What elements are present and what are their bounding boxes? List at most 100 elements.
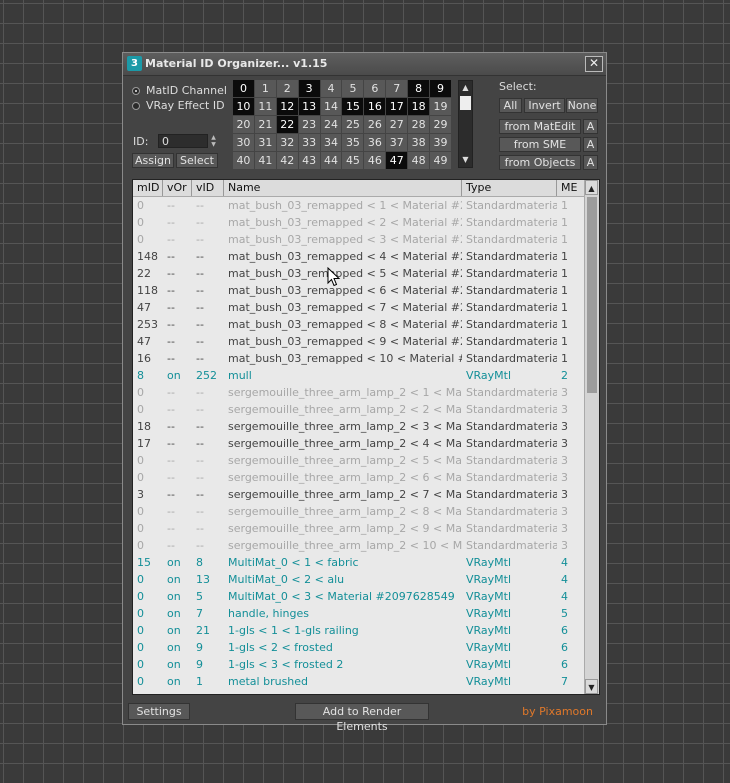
id-cell[interactable]: 18 xyxy=(408,98,430,115)
table-row[interactable]: 0 -- -- mat_bush_03_remapped < 2 < Material… xyxy=(133,214,585,231)
id-cell[interactable]: 48 xyxy=(408,152,430,169)
table-row[interactable]: 0 on 1 metal brushed VRayMtl 7 xyxy=(133,673,585,690)
table-row[interactable]: 118 -- -- mat_bush_03_remapped < 6 < Materi… xyxy=(133,282,585,299)
table-row[interactable]: 0 -- -- sergemouille_three_arm_lamp_2 < 1 <… xyxy=(133,384,585,401)
radio-matid-channel[interactable]: MatID Channel xyxy=(132,84,227,97)
scroll-thumb[interactable] xyxy=(460,96,471,110)
from-matedit-button[interactable]: from MatEdit xyxy=(499,119,581,134)
id-cell[interactable]: 3 xyxy=(298,80,320,97)
id-cell[interactable]: 37 xyxy=(386,134,408,151)
id-cell[interactable]: 32 xyxy=(276,134,298,151)
id-cell[interactable]: 31 xyxy=(254,134,276,151)
scroll-down-icon[interactable]: ▼ xyxy=(459,153,472,167)
id-cell[interactable]: 46 xyxy=(364,152,386,169)
table-row[interactable]: 0 -- -- mat_bush_03_remapped < 3 < Material… xyxy=(133,231,585,248)
table-row[interactable]: 15 on 8 MultiMat_0 < 1 < fabric VRayMtl 4 xyxy=(133,554,585,571)
id-cell[interactable]: 21 xyxy=(254,116,276,133)
title-bar[interactable]: 3 Material ID Organizer... v1.15 ✕ xyxy=(123,53,606,76)
column-header-me[interactable]: ME xyxy=(557,180,585,196)
from-objects-button[interactable]: from Objects xyxy=(499,155,581,170)
id-cell[interactable]: 5 xyxy=(342,80,364,97)
table-row[interactable]: 0 on 9 1-gls < 2 < frosted VRayMtl 6 xyxy=(133,639,585,656)
id-cell[interactable]: 19 xyxy=(430,98,451,115)
from-matedit-a-button[interactable]: A xyxy=(583,119,598,134)
id-cell[interactable]: 14 xyxy=(320,98,342,115)
id-cell[interactable]: 30 xyxy=(233,134,254,151)
table-row[interactable]: 253 -- -- mat_bush_03_remapped < 8 < Materi… xyxy=(133,316,585,333)
id-spinner[interactable]: ▲ ▼ xyxy=(209,134,218,148)
column-header-vor[interactable]: vOr xyxy=(163,180,192,196)
id-cell[interactable]: 6 xyxy=(364,80,386,97)
id-cell[interactable]: 39 xyxy=(430,134,451,151)
id-cell[interactable]: 43 xyxy=(298,152,320,169)
id-cell[interactable]: 33 xyxy=(298,134,320,151)
id-cell[interactable]: 23 xyxy=(298,116,320,133)
table-row[interactable]: 0 -- -- sergemouille_three_arm_lamp_2 < 8 <… xyxy=(133,503,585,520)
grid-scrollbar[interactable]: ▲ ▼ xyxy=(458,80,473,168)
id-cell[interactable]: 38 xyxy=(408,134,430,151)
id-cell[interactable]: 42 xyxy=(276,152,298,169)
scroll-down-icon[interactable]: ▼ xyxy=(585,679,598,694)
select-none-button[interactable]: None xyxy=(566,98,598,113)
id-cell[interactable]: 40 xyxy=(233,152,254,169)
scroll-up-icon[interactable]: ▲ xyxy=(585,180,598,195)
id-cell[interactable]: 45 xyxy=(342,152,364,169)
column-header-type[interactable]: Type xyxy=(462,180,557,196)
table-scrollbar[interactable]: ▲ ▼ xyxy=(584,180,599,694)
table-row[interactable]: 0 -- -- sergemouille_three_arm_lamp_2 < 2 <… xyxy=(133,401,585,418)
table-row[interactable]: 0 on 5 MultiMat_0 < 3 < Material #209762854… xyxy=(133,588,585,605)
table-row[interactable]: 8 on 252 mull VRayMtl 2 xyxy=(133,367,585,384)
id-cell[interactable]: 36 xyxy=(364,134,386,151)
assign-button[interactable]: Assign xyxy=(132,153,174,168)
column-header-name[interactable]: Name xyxy=(224,180,462,196)
table-row[interactable]: 0 on 13 MultiMat_0 < 2 < alu VRayMtl 4 xyxy=(133,571,585,588)
id-cell[interactable]: 44 xyxy=(320,152,342,169)
id-cell[interactable]: 25 xyxy=(342,116,364,133)
table-row[interactable]: 22 -- -- mat_bush_03_remapped < 5 < Materia… xyxy=(133,265,585,282)
radio-vray-effect-id[interactable]: VRay Effect ID xyxy=(132,99,225,112)
id-cell[interactable]: 10 xyxy=(233,98,254,115)
id-cell[interactable]: 8 xyxy=(408,80,430,97)
add-to-render-elements-button[interactable]: Add to Render Elements xyxy=(295,703,429,733)
from-sme-a-button[interactable]: A xyxy=(583,137,598,152)
table-row[interactable]: 0 -- -- sergemouille_three_arm_lamp_2 < 10 … xyxy=(133,537,585,554)
settings-button[interactable]: Settings xyxy=(128,703,190,720)
id-cell[interactable]: 15 xyxy=(342,98,364,115)
column-header-vid[interactable]: vID xyxy=(192,180,224,196)
id-cell[interactable]: 24 xyxy=(320,116,342,133)
id-cell[interactable]: 2 xyxy=(276,80,298,97)
table-row[interactable]: 0 -- -- sergemouille_three_arm_lamp_2 < 9 <… xyxy=(133,520,585,537)
select-button[interactable]: Select xyxy=(176,153,218,168)
id-cell[interactable]: 28 xyxy=(408,116,430,133)
table-row[interactable]: 18 -- -- sergemouille_three_arm_lamp_2 < 3 … xyxy=(133,418,585,435)
column-header-mid[interactable]: mID xyxy=(133,180,163,196)
id-cell[interactable]: 35 xyxy=(342,134,364,151)
table-row[interactable]: 0 -- -- mat_bush_03_remapped < 1 < Material… xyxy=(133,197,585,214)
id-cell[interactable]: 11 xyxy=(254,98,276,115)
id-cell[interactable]: 12 xyxy=(276,98,298,115)
id-cell[interactable]: 1 xyxy=(254,80,276,97)
id-cell[interactable]: 22 xyxy=(276,116,298,133)
from-sme-button[interactable]: from SME xyxy=(499,137,581,152)
select-all-button[interactable]: All xyxy=(499,98,522,113)
table-row[interactable]: 0 on 7 handle, hinges VRayMtl 5 xyxy=(133,605,585,622)
id-cell[interactable]: 4 xyxy=(320,80,342,97)
from-objects-a-button[interactable]: A xyxy=(583,155,598,170)
scroll-up-icon[interactable]: ▲ xyxy=(459,81,472,95)
invert-button[interactable]: Invert xyxy=(524,98,565,113)
table-row[interactable]: 3 -- -- sergemouille_three_arm_lamp_2 < 7 <… xyxy=(133,486,585,503)
close-button[interactable]: ✕ xyxy=(585,56,603,72)
id-cell[interactable]: 7 xyxy=(386,80,408,97)
id-cell[interactable]: 16 xyxy=(364,98,386,115)
scroll-thumb[interactable] xyxy=(587,197,597,393)
id-cell[interactable]: 9 xyxy=(430,80,451,97)
id-cell[interactable]: 49 xyxy=(430,152,451,169)
table-row[interactable]: 0 -- -- sergemouille_three_arm_lamp_2 < 5 <… xyxy=(133,452,585,469)
id-cell[interactable]: 20 xyxy=(233,116,254,133)
table-row[interactable]: 0 on 21 1-gls < 1 < 1-gls railing VRayMtl 6 xyxy=(133,622,585,639)
id-cell[interactable]: 27 xyxy=(386,116,408,133)
id-cell[interactable]: 26 xyxy=(364,116,386,133)
id-cell[interactable]: 13 xyxy=(298,98,320,115)
table-row[interactable]: 0 -- -- sergemouille_three_arm_lamp_2 < 6 <… xyxy=(133,469,585,486)
id-cell[interactable]: 47 xyxy=(386,152,408,169)
